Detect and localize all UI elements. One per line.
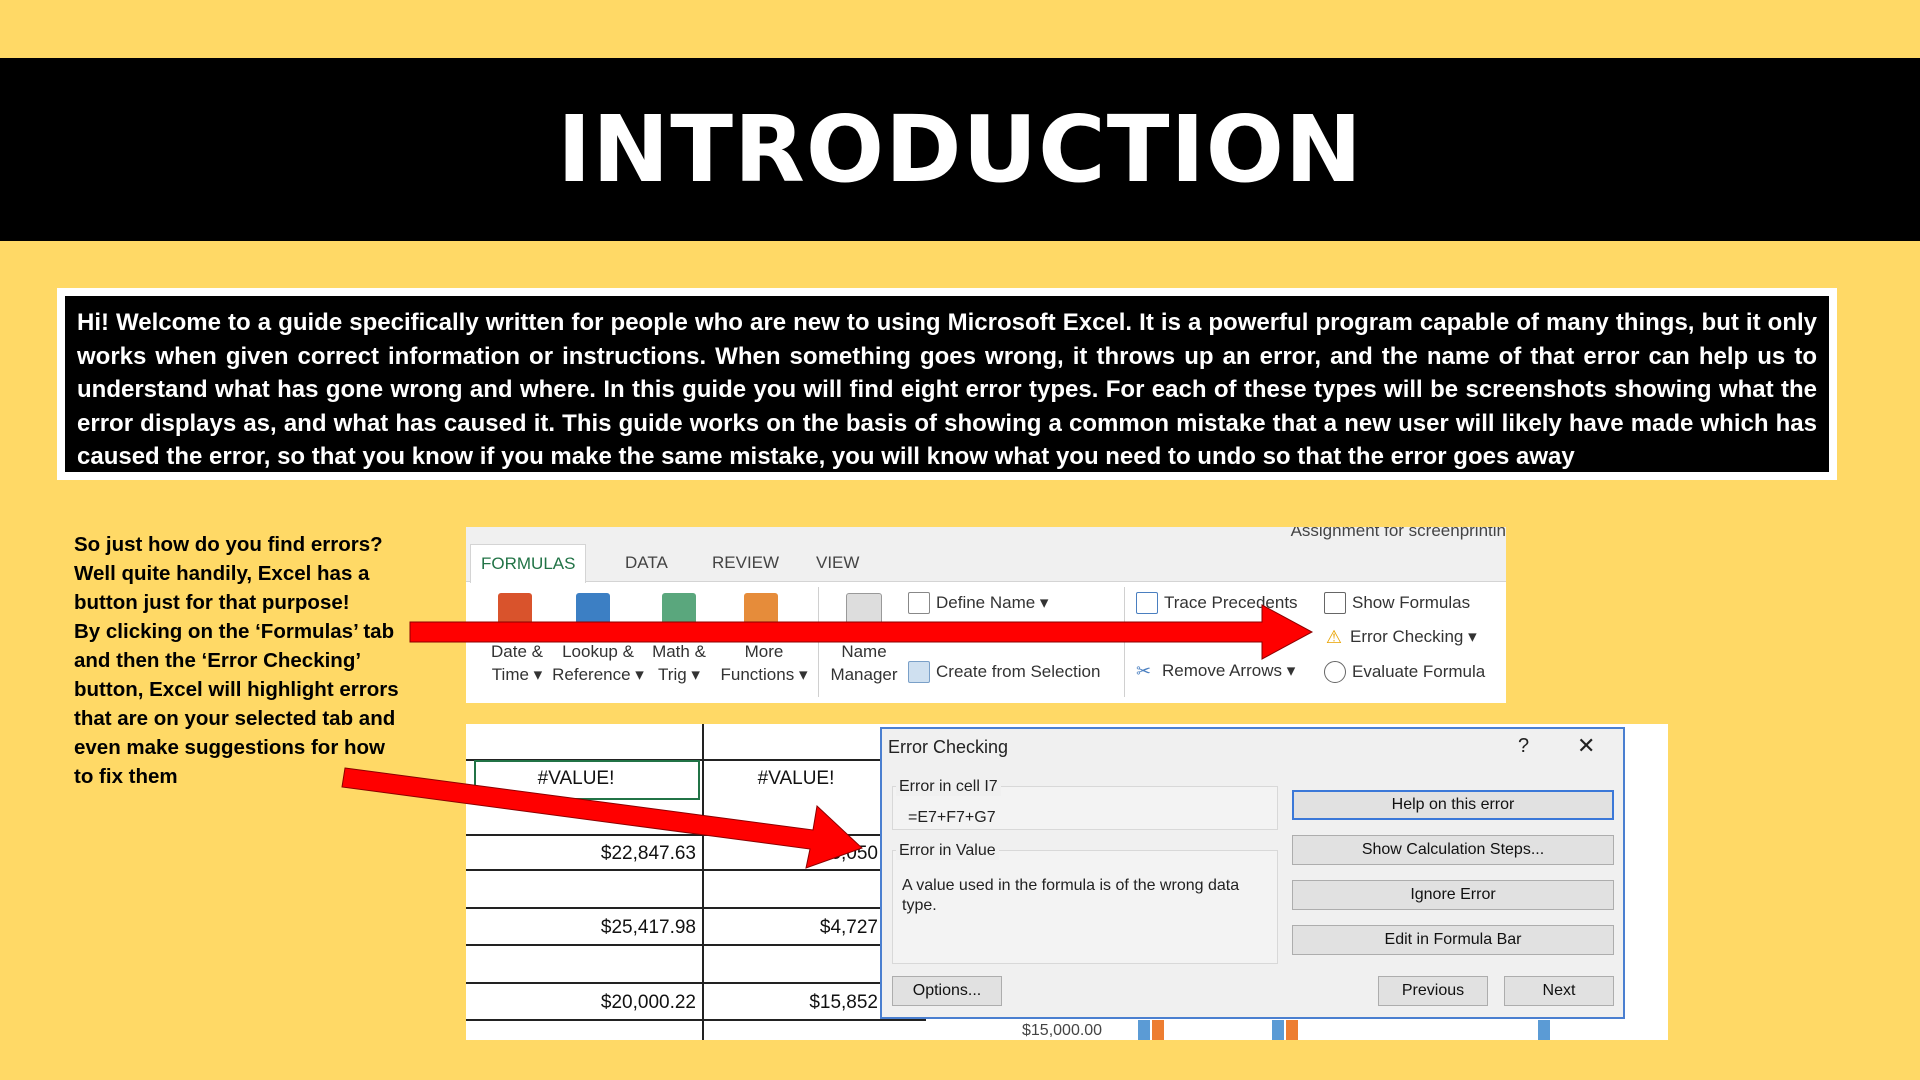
name-manager-button[interactable]: Name Manager: [824, 640, 904, 686]
trace-icon: [1136, 592, 1158, 614]
chart-bar: [1138, 1020, 1150, 1040]
error-type-label: Error in Value: [896, 842, 999, 860]
edit-in-formula-bar-button[interactable]: Edit in Formula Bar: [1292, 925, 1614, 955]
show-formulas-icon: [1324, 592, 1346, 614]
grid-line: [466, 834, 926, 836]
side-line: So just how do you find errors?: [74, 533, 383, 556]
ribbon-screenshot: Assignment for screenprintin FORMULAS DA…: [466, 527, 1506, 703]
math-trig-icon: [662, 593, 696, 627]
error-cell-label: Error in cell I7: [896, 778, 1001, 796]
cell-value[interactable]: $25,417.98: [486, 917, 696, 939]
cell-value[interactable]: $20,000.22: [486, 992, 696, 1014]
ribbon-separator: [818, 587, 819, 697]
chart-bar: [1272, 1020, 1284, 1040]
name-manager-icon: [846, 593, 882, 629]
tab-review[interactable]: REVIEW: [702, 544, 789, 581]
ribbon-separator: [1124, 587, 1125, 697]
slide-title: INTRODUCTION: [557, 96, 1363, 203]
document-title: Assignment for screenprintin: [1290, 527, 1506, 540]
warning-icon: ⚠: [1325, 627, 1343, 647]
side-line: even make suggestions for how: [74, 736, 385, 759]
evaluate-icon: [1324, 661, 1346, 683]
math-trig-button[interactable]: Math & Trig ▾: [646, 640, 712, 686]
show-formulas-button[interactable]: Show Formulas: [1324, 592, 1470, 614]
help-icon[interactable]: ?: [1518, 735, 1529, 758]
side-line: button just for that purpose!: [74, 591, 350, 614]
cell-value[interactable]: $5,050: [766, 843, 878, 865]
chart-bar: [1286, 1020, 1298, 1040]
remove-arrows-icon: ✂: [1136, 661, 1152, 681]
date-time-button[interactable]: Date & Time ▾: [484, 640, 550, 686]
grid-line: [466, 1019, 926, 1021]
previous-button[interactable]: Previous: [1378, 976, 1488, 1006]
formula-text: =E7+F7+G7: [908, 809, 996, 826]
grid-icon: [908, 661, 930, 683]
cell-value[interactable]: #VALUE!: [486, 768, 666, 790]
tag-icon: [908, 592, 930, 614]
intro-text: Hi! Welcome to a guide specifically writ…: [65, 296, 1829, 472]
lookup-reference-button[interactable]: Lookup & Reference ▾: [550, 640, 646, 686]
ignore-error-button[interactable]: Ignore Error: [1292, 880, 1614, 910]
cell-value[interactable]: $4,727: [766, 917, 878, 939]
intro-box: Hi! Welcome to a guide specifically writ…: [57, 288, 1837, 480]
grid-line: [466, 869, 926, 871]
grid-line: [466, 944, 926, 946]
side-line: and then the ‘Error Checking’: [74, 649, 362, 672]
lookup-icon: [576, 593, 610, 627]
dialog-title: Error Checking: [888, 737, 1009, 757]
more-functions-button[interactable]: More Functions ▾: [716, 640, 812, 686]
error-checking-dialog: Error Checking ? ✕ Error in cell I7 =E7+…: [880, 727, 1625, 1019]
side-line: to fix them: [74, 765, 178, 788]
remove-arrows-button[interactable]: ✂ Remove Arrows ▾: [1136, 661, 1295, 681]
define-name-button[interactable]: Define Name ▾: [908, 592, 1048, 614]
side-line: button, Excel will highlight errors: [74, 678, 399, 701]
date-time-icon: [498, 593, 532, 627]
error-description: A value used in the formula is of the wr…: [902, 877, 1240, 914]
side-note: So just how do you find errors? Well qui…: [74, 530, 424, 791]
tab-formulas[interactable]: FORMULAS: [470, 544, 587, 583]
chart-bar: [1538, 1020, 1550, 1040]
tab-data[interactable]: DATA: [615, 544, 678, 581]
help-on-error-button[interactable]: Help on this error: [1292, 790, 1614, 820]
side-line: By clicking on the ‘Formulas’ tab: [74, 620, 395, 643]
next-button[interactable]: Next: [1504, 976, 1614, 1006]
grid-line: [466, 982, 926, 984]
chart-bar: [1152, 1020, 1164, 1040]
more-functions-icon: [744, 593, 778, 627]
cell-value[interactable]: $22,847.63: [486, 843, 696, 865]
grid-line: [466, 907, 926, 909]
side-line: Well quite handily, Excel has a: [74, 562, 370, 585]
grid-line: [702, 724, 704, 1040]
create-from-selection-button[interactable]: Create from Selection: [908, 661, 1100, 683]
cell-value[interactable]: $15,852: [766, 992, 878, 1014]
tab-view[interactable]: VIEW: [806, 544, 869, 581]
options-button[interactable]: Options...: [892, 976, 1002, 1006]
cell-value[interactable]: #VALUE!: [706, 768, 886, 790]
close-icon[interactable]: ✕: [1577, 733, 1595, 759]
side-line: that are on your selected tab and: [74, 707, 396, 730]
trace-precedents-button[interactable]: Trace Precedents: [1136, 592, 1298, 614]
evaluate-formula-button[interactable]: Evaluate Formula: [1324, 661, 1485, 683]
chart-axis-label: $15,000.00: [1022, 1022, 1103, 1039]
error-checking-button[interactable]: ⚠ Error Checking ▾: [1324, 627, 1477, 647]
show-calculation-steps-button[interactable]: Show Calculation Steps...: [1292, 835, 1614, 865]
title-bar: INTRODUCTION: [0, 58, 1920, 241]
